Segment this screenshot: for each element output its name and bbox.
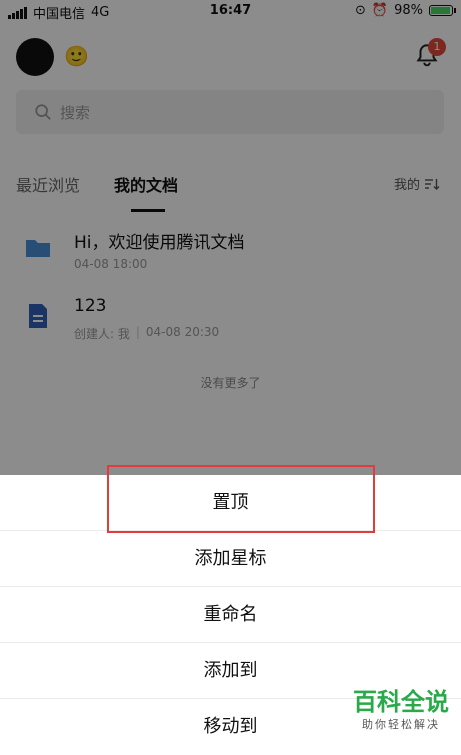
watermark: 百科全说 助你轻松解决 [353, 688, 449, 732]
app-screen: 中国电信 4G 16:47 ⊙ ⏰ 98% 🙂 1 最近浏览 我的文档 我的 [0, 0, 461, 749]
highlight-box [107, 465, 375, 533]
watermark-tagline: 助你轻松解决 [362, 718, 440, 731]
action-add-star[interactable]: 添加星标 [0, 531, 461, 587]
action-rename[interactable]: 重命名 [0, 587, 461, 643]
watermark-brand: 百科全说 [353, 688, 449, 716]
